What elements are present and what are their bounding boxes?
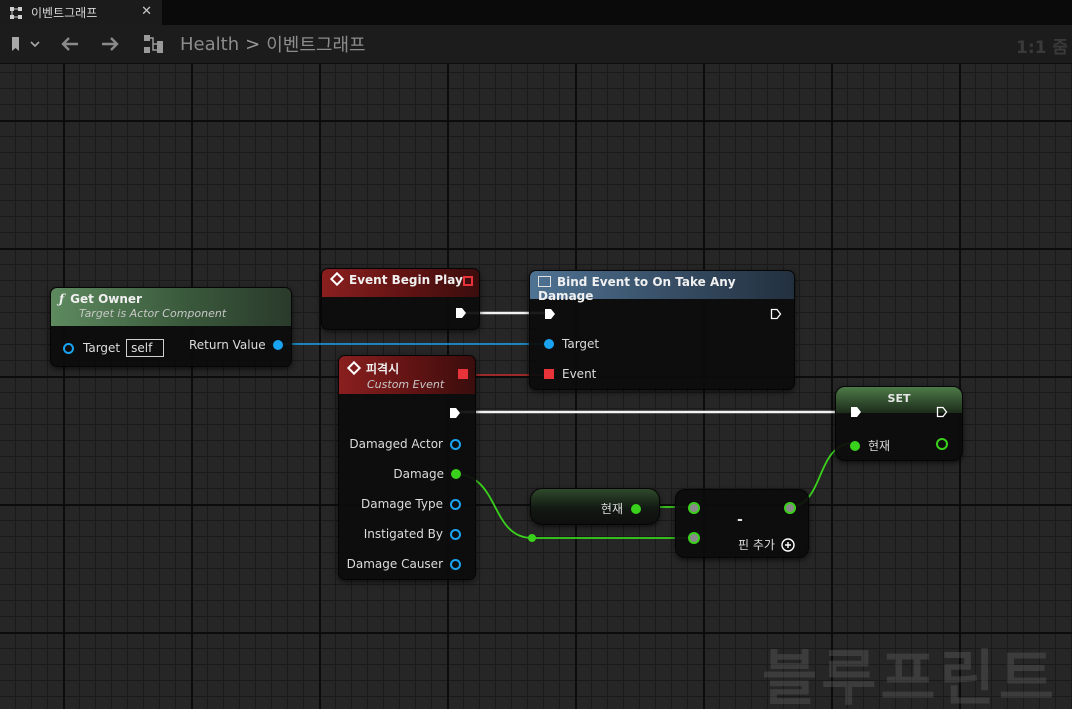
exec-out-pin-icon[interactable] <box>936 406 948 418</box>
float-result-pin-icon[interactable] <box>784 502 796 514</box>
float-pin-icon <box>451 469 461 479</box>
pin-label: Damage <box>393 467 444 481</box>
tab-label: 이벤트그래프 <box>31 6 98 20</box>
blueprint-watermark: 블루프린트 <box>762 644 1058 709</box>
exec-in-pin-icon[interactable] <box>544 308 556 320</box>
get-owner-subtitle: Target is Actor Component <box>79 307 227 320</box>
bind-event-header: Bind Event to On Take Any Damage <box>530 271 794 303</box>
event-diamond-icon <box>346 360 362 376</box>
arrow-right-icon <box>102 37 119 51</box>
set-variable-node[interactable]: SET 현재 <box>835 386 963 461</box>
set-title: SET <box>887 392 911 405</box>
pin-label: Instigated By <box>363 527 443 541</box>
bookmark-dropdown-button[interactable] <box>10 33 41 55</box>
damage-pin[interactable]: Damage <box>393 467 461 481</box>
delegate-pin-icon[interactable] <box>458 369 468 379</box>
breadcrumb: Health > 이벤트그래프 <box>180 33 366 57</box>
tab-event-graph[interactable]: 이벤트그래프 ✕ <box>0 0 162 25</box>
bind-event-node[interactable]: Bind Event to On Take Any Damage Target … <box>529 270 795 390</box>
float-pin-icon <box>631 503 641 514</box>
zoom-level: 1:1 줌 <box>1015 38 1068 58</box>
object-pin-icon <box>450 558 461 570</box>
back-button[interactable] <box>60 33 80 55</box>
custom-event-node[interactable]: 피격시 Custom Event Damaged Actor Damage Da… <box>338 355 476 580</box>
pin-label: Damage Type <box>360 497 443 511</box>
set-variable-label: 현재 <box>868 439 891 453</box>
pin-label: Event <box>562 367 597 381</box>
delegate-pin-icon <box>544 369 554 379</box>
damage-causer-pin[interactable]: Damage Causer <box>347 557 461 571</box>
breadcrumb-item-health[interactable]: Health <box>180 34 239 55</box>
forward-button[interactable] <box>100 33 120 55</box>
variable-label: 현재 <box>600 502 623 516</box>
damage-type-pin[interactable]: Damage Type <box>361 497 461 511</box>
delegate-pin-icon[interactable] <box>463 276 473 286</box>
float-pin-b-icon[interactable] <box>688 532 700 544</box>
float-pin-a-icon[interactable] <box>688 502 700 514</box>
chevron-down-icon <box>30 41 40 48</box>
event-diamond-icon <box>329 271 345 287</box>
custom-event-title: 피격시 <box>366 362 400 376</box>
bookmark-icon <box>12 37 19 51</box>
get-owner-return-pin[interactable]: Return Value <box>189 338 283 352</box>
current-variable-out-pin[interactable]: 현재 <box>601 500 641 517</box>
set-input-pin[interactable]: 현재 <box>850 437 890 454</box>
pin-label: Return Value <box>189 338 266 352</box>
add-circle-icon <box>781 537 795 552</box>
exec-out-pin-icon[interactable] <box>449 407 461 419</box>
object-pin-icon <box>63 342 74 354</box>
arrow-left-icon <box>61 37 78 51</box>
get-current-variable-node[interactable]: 현재 <box>530 488 660 525</box>
blueprint-editor: 이벤트그래프 ✕ Health > 이벤트그래프 1:1 줌 ƒ Get Own… <box>0 0 1072 709</box>
instigated-by-pin[interactable]: Instigated By <box>364 527 461 541</box>
custom-event-subtitle: Custom Event <box>367 378 445 391</box>
pin-label: Damaged Actor <box>349 437 443 451</box>
object-pin-icon <box>272 340 283 350</box>
add-pin-label: 핀 추가 <box>738 538 775 552</box>
float-pin-icon <box>850 440 860 451</box>
exec-out-pin-icon[interactable] <box>455 307 467 319</box>
breadcrumb-separator: > <box>245 33 261 55</box>
begin-play-header: Event Begin Play <box>322 269 479 297</box>
target-self-field[interactable]: self <box>126 339 165 357</box>
get-owner-header: ƒ Get Owner Target is Actor Component <box>51 288 291 326</box>
bind-target-pin[interactable]: Target <box>544 337 599 351</box>
get-owner-target-pin[interactable]: Target self <box>63 339 165 357</box>
subtract-operator: - <box>737 512 743 528</box>
get-owner-node[interactable]: ƒ Get Owner Target is Actor Component Tar… <box>50 287 292 367</box>
pin-label: Damage Causer <box>346 557 443 571</box>
float-output-pin-icon[interactable] <box>936 438 948 450</box>
get-owner-title: Get Owner <box>70 292 142 306</box>
tab-bar: 이벤트그래프 ✕ <box>0 0 1072 25</box>
add-pin-button[interactable]: 핀 추가 <box>738 536 795 553</box>
bind-event-title: Bind Event to On Take Any Damage <box>538 275 736 303</box>
damaged-actor-pin[interactable]: Damaged Actor <box>349 437 461 451</box>
object-pin-icon <box>450 528 461 540</box>
object-pin-icon <box>450 498 461 510</box>
function-icon: ƒ <box>59 292 65 306</box>
object-pin-icon <box>450 438 461 450</box>
bind-event-pin[interactable]: Event <box>544 367 596 381</box>
event-begin-play-node[interactable]: Event Begin Play <box>321 268 480 330</box>
pin-label: Target <box>562 337 600 351</box>
close-tab-icon[interactable]: ✕ <box>141 4 152 19</box>
object-pin-icon <box>544 339 554 349</box>
begin-play-title: Event Begin Play <box>349 273 463 287</box>
exec-in-pin-icon[interactable] <box>850 406 862 418</box>
breadcrumb-item-event-graph: 이벤트그래프 <box>266 35 366 56</box>
graph-toolbar: Health > 이벤트그래프 1:1 줌 <box>0 25 1072 64</box>
exec-out-pin-icon[interactable] <box>770 308 782 320</box>
function-box-icon <box>538 276 551 287</box>
custom-event-header: 피격시 Custom Event <box>339 356 475 394</box>
graph-hierarchy-icon <box>143 33 165 55</box>
pin-label: Target <box>83 341 121 355</box>
graph-icon <box>10 6 22 19</box>
subtract-node[interactable]: - 핀 추가 <box>675 489 809 558</box>
